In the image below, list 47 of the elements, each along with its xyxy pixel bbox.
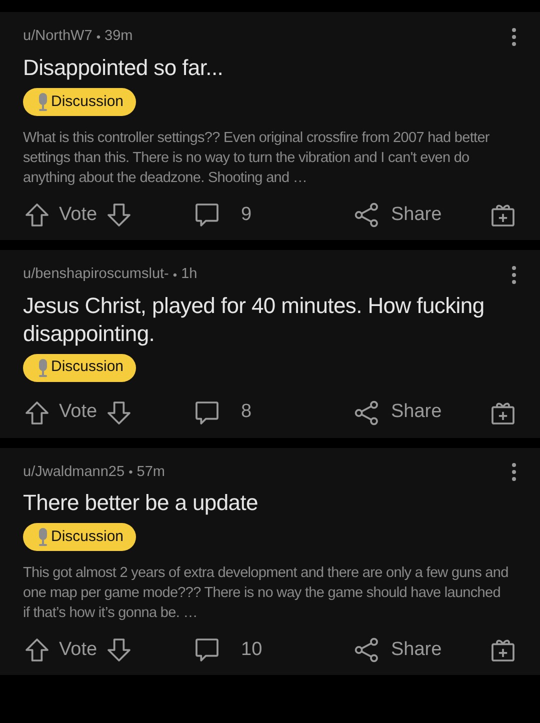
share-icon (353, 200, 381, 229)
upvote-icon[interactable] (23, 398, 51, 426)
upvote-icon[interactable] (23, 200, 51, 229)
more-options-icon[interactable] (511, 264, 517, 285)
post-author[interactable]: u/benshapiroscumslut- (23, 264, 169, 286)
post-title: Disappointed so far... (23, 54, 224, 82)
comment-count: 10 (241, 638, 262, 662)
downvote-icon[interactable] (105, 200, 134, 229)
share-button[interactable]: Share (353, 636, 442, 664)
post-time: 1h (181, 264, 198, 284)
separator-dot: • (128, 464, 133, 482)
separator-dot: • (96, 28, 101, 46)
share-icon (353, 636, 381, 664)
post-author[interactable]: u/Jwaldmann25 (23, 462, 125, 484)
vote-label: Vote (59, 202, 98, 226)
more-options-icon[interactable] (511, 26, 517, 47)
downvote-icon[interactable] (105, 636, 134, 664)
post-title: There better be a update (23, 489, 259, 518)
post-card[interactable] (0, 12, 540, 240)
share-button[interactable]: Share (353, 200, 442, 229)
flair-tag[interactable]: Discussion (23, 354, 136, 382)
share-icon (353, 398, 381, 426)
microphone-icon (37, 92, 49, 112)
post-time: 57m (136, 462, 165, 482)
post-title: Jesus Christ, played for 40 minutes. How fucking disappointing. (23, 292, 486, 348)
microphone-icon (37, 358, 49, 378)
flair-tag[interactable]: Discussion (23, 523, 136, 552)
vote-label: Vote (59, 638, 98, 662)
post-card[interactable]: u/benshapiroscumslut- • 1h Jesus Christ, played for 40 minutes. How fucking disappointing. Discussion Vote 8 Share (0, 250, 540, 438)
vote-label: Vote (59, 400, 98, 424)
post-card[interactable] (0, 448, 540, 676)
comment-count: 8 (241, 400, 252, 424)
post-body: What is this controller settings?? Even original crossfire from 2007 had better settings than this. There is no way to turn the vibration and I can't even do anything about the deadzone. Shooting and … (23, 128, 490, 188)
comment-icon[interactable] (193, 636, 221, 664)
comment-count: 9 (241, 202, 252, 226)
comment-icon[interactable] (193, 398, 221, 426)
comment-icon[interactable] (193, 200, 221, 229)
post-body: This got almost 2 years of extra development and there are only a few guns and one map per game mode??? There is no way the game should have launched if that’s how it’s gonna be. … (23, 564, 510, 624)
microphone-icon (37, 527, 49, 548)
post-author[interactable]: u/NorthW7 (23, 26, 92, 48)
upvote-icon[interactable] (23, 636, 51, 664)
post-time: 39m (104, 27, 133, 46)
more-options-icon[interactable] (511, 462, 517, 482)
separator-dot: • (172, 266, 178, 284)
downvote-icon[interactable] (105, 398, 134, 426)
share-button[interactable]: Share (353, 398, 442, 427)
flair-tag[interactable]: Discussion (23, 88, 136, 116)
